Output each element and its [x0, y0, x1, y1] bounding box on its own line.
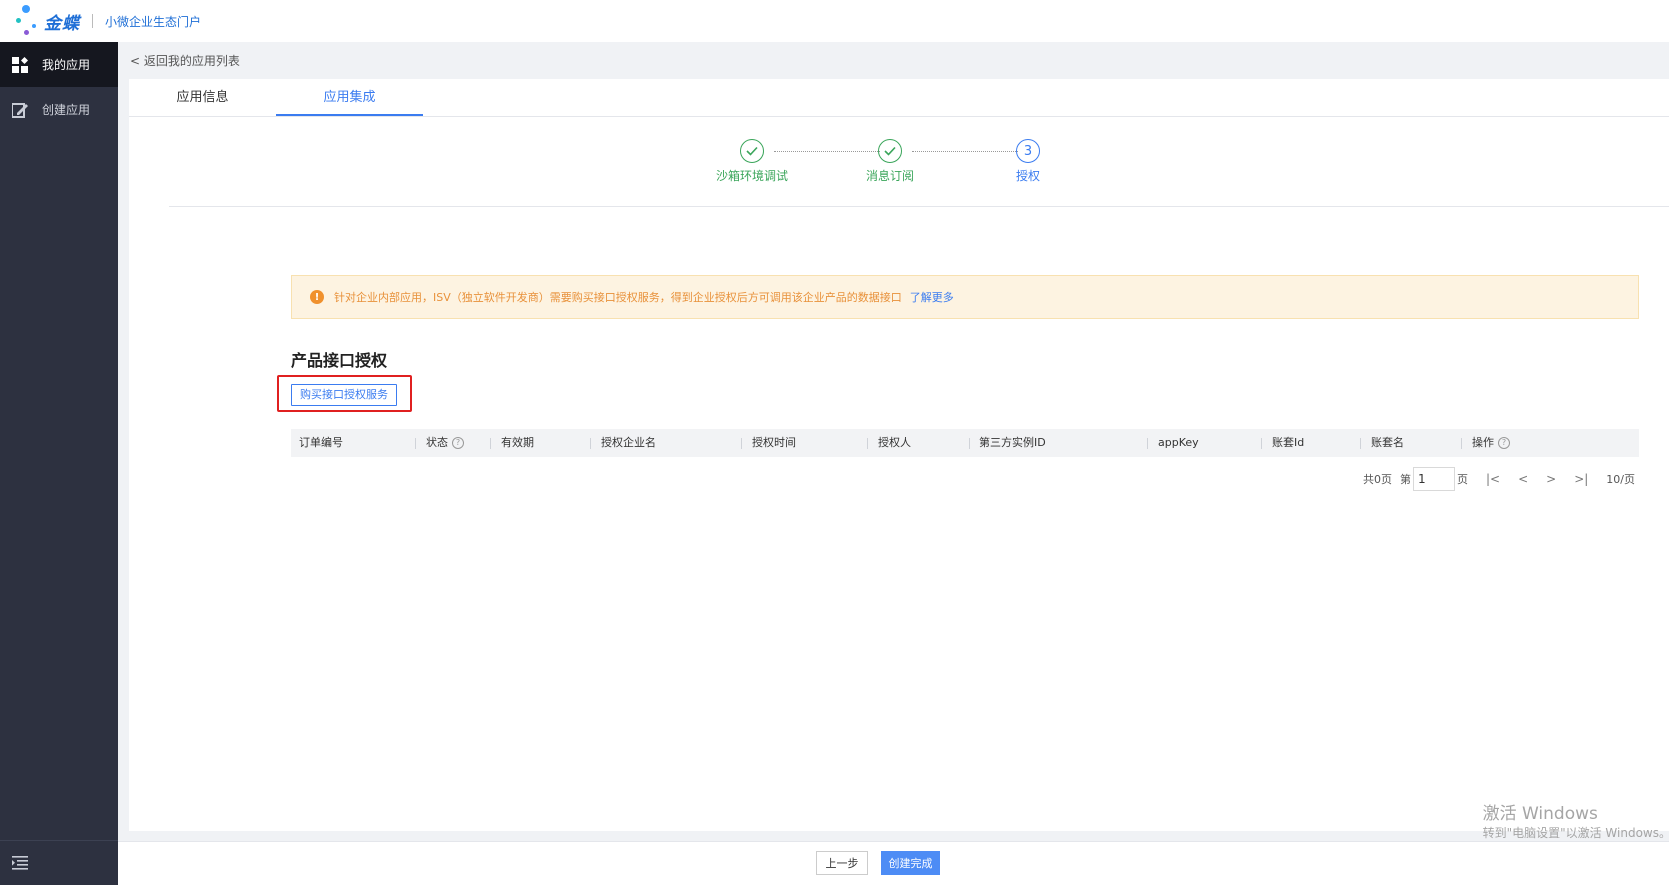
step-authorization: 3 授权 — [988, 139, 1068, 184]
help-icon[interactable]: ? — [452, 437, 464, 449]
alert-text: 针对企业内部应用，ISV（独立软件开发商）需要购买接口授权服务，得到企业授权后方… — [334, 291, 902, 304]
collapse-menu-icon[interactable] — [0, 840, 118, 885]
sidebar-item-create-app[interactable]: 创建应用 — [0, 87, 118, 132]
step-indicator: 沙箱环境调试 消息订阅 3 授权 — [169, 117, 1669, 207]
footer-action-bar: 上一步 创建完成 — [118, 841, 1669, 885]
section-title: 产品接口授权 — [291, 351, 388, 370]
column-header-authorizer: 授权人 — [878, 436, 911, 449]
warning-icon: ! — [310, 290, 324, 304]
page-prefix: 第 — [1399, 473, 1411, 486]
kingdee-logo-icon — [14, 0, 54, 42]
sidebar-item-my-apps[interactable]: 我的应用 — [0, 42, 118, 87]
column-header-validity: 有效期 — [501, 436, 534, 449]
previous-step-button[interactable]: 上一步 — [816, 851, 868, 875]
tab-app-integration[interactable]: 应用集成 — [276, 79, 423, 116]
info-alert: ! 针对企业内部应用，ISV（独立软件开发商）需要购买接口授权服务，得到企业授权… — [291, 275, 1639, 319]
watermark-line-1: 激活 Windows — [1482, 804, 1598, 824]
last-page-icon[interactable]: >| — [1574, 472, 1588, 486]
page-number-input[interactable]: 1 — [1412, 467, 1455, 491]
page-suffix: 页 — [1456, 473, 1468, 486]
content-card: 应用信息 应用集成 沙箱环境调试 消息订阅 3 授权 ! 针对企业内部应用，IS… — [129, 79, 1669, 831]
sidebar: 我的应用 创建应用 — [0, 42, 118, 885]
main-content: < 返回我的应用列表 应用信息 应用集成 沙箱环境调试 消息订阅 3 授权 ! … — [118, 42, 1669, 885]
check-icon — [878, 139, 902, 163]
step-message-subscription: 消息订阅 — [850, 139, 930, 184]
back-to-app-list-link[interactable]: < 返回我的应用列表 — [130, 52, 240, 69]
step-number: 3 — [1016, 139, 1040, 163]
column-header-instance-id: 第三方实例ID — [979, 436, 1046, 449]
grid-icon — [12, 56, 28, 73]
watermark-line-2: 转到"电脑设置"以激活 Windows。 — [1482, 826, 1669, 840]
learn-more-link[interactable]: 了解更多 — [910, 289, 954, 305]
check-icon — [740, 139, 764, 163]
step-label: 消息订阅 — [865, 169, 914, 183]
step-label: 沙箱环境调试 — [715, 169, 788, 183]
buy-authorization-service-button[interactable]: 购买接口授权服务 — [291, 384, 397, 406]
top-bar: 金蝶 小微企业生态门户 — [0, 0, 1669, 42]
step-label: 授权 — [1015, 169, 1040, 183]
column-header-actions: 操作? — [1472, 429, 1510, 457]
edit-icon — [12, 102, 28, 118]
windows-activation-watermark: 激活 Windows 转到"电脑设置"以激活 Windows。 — [1483, 799, 1669, 841]
column-header-account-set-id: 账套Id — [1272, 436, 1305, 449]
sidebar-item-label: 我的应用 — [42, 58, 91, 72]
column-header-auth-time: 授权时间 — [752, 436, 796, 449]
column-header-order-no: 订单编号 — [299, 436, 343, 449]
table-header: 订单编号 状态? 有效期 授权企业名 授权时间 授权人 第三方实例ID appK… — [291, 429, 1639, 457]
page-size-select[interactable]: 10/页 — [1606, 471, 1635, 487]
pagination: 共0页 第 1 页 |< < > >| 10/页 — [1363, 467, 1635, 491]
tab-app-info[interactable]: 应用信息 — [129, 79, 276, 116]
sidebar-item-label: 创建应用 — [42, 103, 91, 117]
brand-divider — [92, 14, 93, 28]
next-page-icon[interactable]: > — [1546, 472, 1556, 486]
help-icon[interactable]: ? — [1498, 437, 1510, 449]
step-sandbox-debug: 沙箱环境调试 — [712, 139, 792, 184]
finish-create-button[interactable]: 创建完成 — [881, 851, 940, 875]
breadcrumb: < 返回我的应用列表 — [118, 42, 1669, 79]
column-header-status: 状态? — [426, 429, 464, 457]
brand-subtitle: 小微企业生态门户 — [105, 14, 202, 29]
column-header-account-set-name: 账套名 — [1371, 436, 1404, 449]
tab-bar: 应用信息 应用集成 — [129, 79, 1669, 117]
column-header-appkey: appKey — [1158, 436, 1199, 449]
prev-page-icon[interactable]: < — [1518, 472, 1528, 486]
total-pages: 共0页 — [1362, 473, 1392, 486]
first-page-icon[interactable]: |< — [1486, 472, 1500, 486]
column-header-company: 授权企业名 — [601, 436, 656, 449]
